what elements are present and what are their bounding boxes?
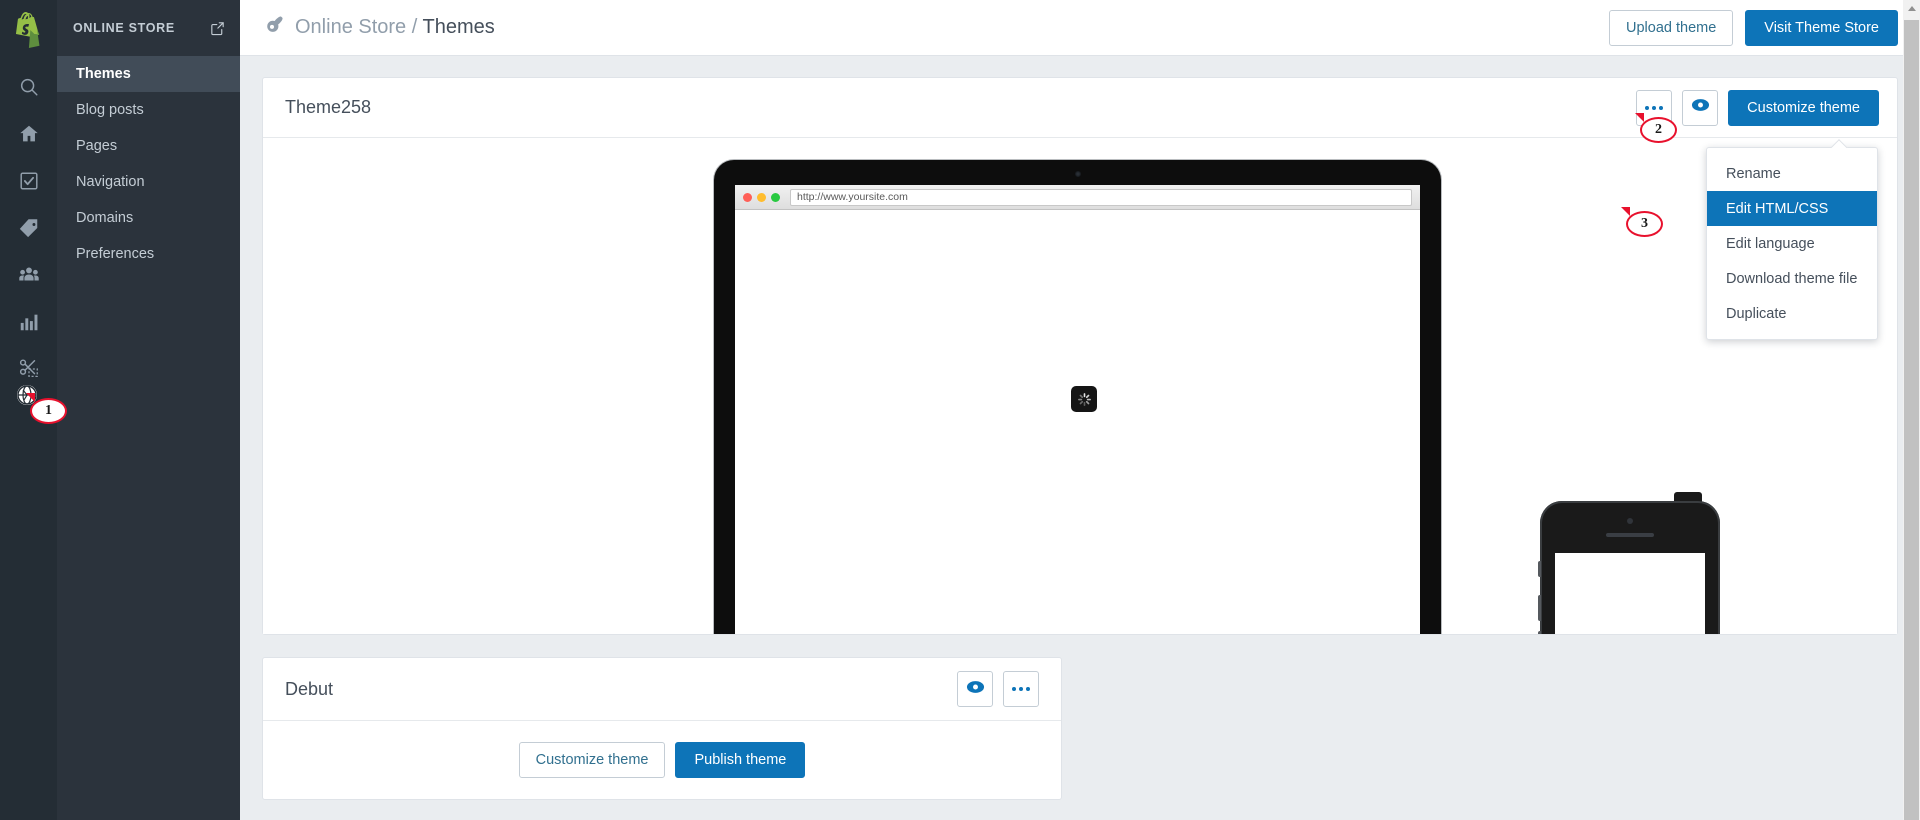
customize-theme-button[interactable]: Customize theme — [1728, 89, 1879, 126]
breadcrumb-current: Themes — [422, 16, 495, 38]
laptop-device-mockup: http://www.yoursite.com — [714, 160, 1441, 634]
other-theme-card-footer: Customize theme Publish theme — [263, 721, 1061, 799]
mock-browser-bar: http://www.yoursite.com — [735, 185, 1420, 210]
other-theme-card: Debut Customize theme Publish theme — [262, 657, 1062, 800]
scrollbar-thumb[interactable] — [1904, 20, 1919, 820]
sidebar-item-label: Themes — [76, 66, 131, 82]
annotation-pointer — [1635, 113, 1644, 122]
sidebar-item-label: Domains — [76, 210, 134, 226]
sidebar-item-navigation[interactable]: Navigation — [57, 164, 240, 200]
page-title: Online Store / Themes — [295, 16, 495, 39]
current-theme-card: Theme258 Customize theme http://www.your… — [262, 77, 1898, 635]
sidebar-header: ONLINE STORE — [57, 0, 240, 56]
phone-speaker — [1606, 533, 1654, 537]
loading-spinner-icon — [1071, 386, 1097, 412]
page-scrollbar[interactable] — [1903, 0, 1920, 820]
current-theme-name: Theme258 — [285, 97, 372, 117]
scroll-up-arrow-icon[interactable] — [1903, 0, 1920, 17]
sidebar-item-label: Pages — [76, 138, 118, 154]
annotation-label: 2 — [1640, 117, 1677, 143]
sidebar-item-label: Preferences — [76, 246, 155, 262]
ellipsis-icon — [1645, 105, 1664, 110]
online-store-sidebar: ONLINE STORE Themes Blog posts Pages Nav… — [57, 0, 240, 820]
menu-item-edit-html-css[interactable]: Edit HTML/CSS — [1707, 191, 1877, 226]
annotation-marker-2: 2 — [1635, 113, 1677, 143]
discounts-scissors-icon[interactable] — [16, 356, 42, 382]
phone-side-button — [1538, 561, 1541, 577]
phone-screen — [1555, 553, 1705, 634]
annotation-marker-3: 3 — [1621, 207, 1663, 237]
sidebar-title: ONLINE STORE — [73, 21, 175, 35]
other-customize-theme-button[interactable]: Customize theme — [518, 742, 666, 778]
theme-actions-menu: Rename Edit HTML/CSS Edit language Downl… — [1706, 147, 1878, 340]
breadcrumb-separator: / — [411, 16, 418, 38]
theme-preview-button[interactable] — [1682, 89, 1719, 126]
other-theme-preview-button[interactable] — [957, 671, 993, 707]
eye-preview-icon — [966, 680, 985, 699]
breadcrumb: Online Store / Themes — [262, 14, 495, 41]
sidebar-item-label: Navigation — [76, 174, 145, 190]
home-icon[interactable] — [16, 121, 42, 147]
publish-theme-button[interactable]: Publish theme — [675, 742, 806, 778]
sidebar-item-label: Blog posts — [76, 102, 144, 118]
shopify-admin-themes-page: ONLINE STORE Themes Blog posts Pages Nav… — [0, 0, 1920, 820]
menu-item-download-theme-file[interactable]: Download theme file — [1707, 261, 1877, 296]
other-theme-card-header: Debut — [263, 658, 1061, 721]
products-tag-icon[interactable] — [16, 215, 42, 241]
external-link-icon[interactable] — [209, 20, 226, 37]
page-topbar: Online Store / Themes Upload theme Visit… — [240, 0, 1920, 56]
traffic-light-icons — [743, 192, 780, 202]
laptop-screen: http://www.yoursite.com — [735, 185, 1420, 634]
phone-volume-up-button — [1538, 595, 1541, 621]
orders-checkbox-icon[interactable] — [16, 168, 42, 194]
visit-theme-store-button[interactable]: Visit Theme Store — [1745, 9, 1898, 46]
customers-icon[interactable] — [16, 262, 42, 288]
annotation-pointer — [1621, 207, 1630, 216]
breadcrumb-parent[interactable]: Online Store — [295, 16, 406, 38]
other-theme-name: Debut — [285, 678, 334, 699]
phone-device-mockup — [1538, 492, 1720, 634]
upload-theme-button[interactable]: Upload theme — [1609, 9, 1734, 46]
annotation-label: 3 — [1626, 211, 1663, 237]
menu-arrow — [1831, 139, 1848, 148]
ellipsis-icon — [1012, 687, 1030, 691]
themes-content: Theme258 Customize theme http://www.your… — [240, 56, 1920, 820]
analytics-bar-chart-icon[interactable] — [16, 309, 42, 335]
sidebar-item-pages[interactable]: Pages — [57, 128, 240, 164]
sidebar-item-preferences[interactable]: Preferences — [57, 236, 240, 272]
sidebar-item-themes[interactable]: Themes — [57, 56, 240, 92]
search-icon[interactable] — [16, 74, 42, 100]
phone-camera — [1627, 518, 1633, 524]
annotation-label: 1 — [30, 398, 67, 424]
annotation-pointer — [26, 393, 35, 402]
topbar-actions: Upload theme Visit Theme Store — [1609, 9, 1898, 46]
other-theme-more-actions-button[interactable] — [1003, 671, 1039, 707]
laptop-camera — [1074, 171, 1081, 177]
menu-item-rename[interactable]: Rename — [1707, 156, 1877, 191]
sidebar-item-domains[interactable]: Domains — [57, 200, 240, 236]
mock-browser-url: http://www.yoursite.com — [790, 188, 1412, 206]
sidebar-item-blog-posts[interactable]: Blog posts — [57, 92, 240, 128]
menu-item-edit-language[interactable]: Edit language — [1707, 226, 1877, 261]
annotation-marker-1: 1 — [26, 393, 67, 424]
other-theme-actions — [957, 671, 1039, 707]
menu-item-duplicate[interactable]: Duplicate — [1707, 296, 1877, 331]
phone-volume-down-button — [1538, 631, 1541, 634]
rail-icon-group — [16, 74, 42, 382]
online-store-paint-icon — [262, 14, 284, 41]
eye-preview-icon — [1691, 98, 1710, 117]
shopify-bag-logo[interactable] — [12, 12, 46, 48]
